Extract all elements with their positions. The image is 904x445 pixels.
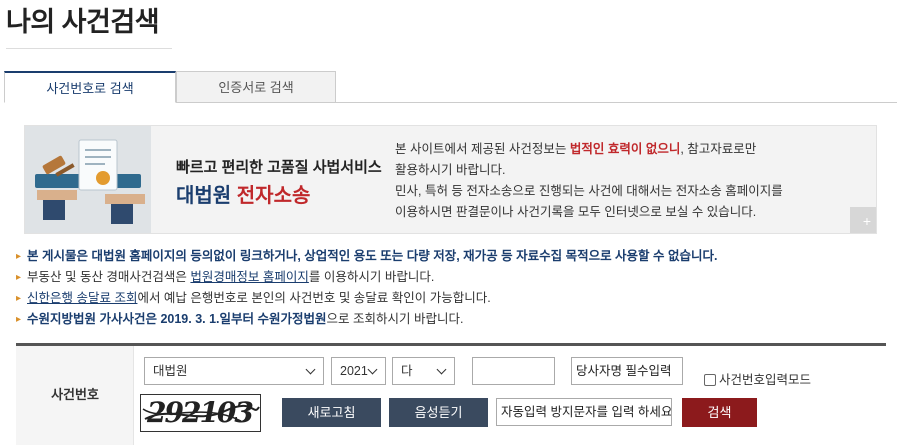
banner-notice-highlight: 법적인 효력이 없으니 (569, 142, 681, 156)
notice-text: 본 게시물은 대법원 홈페이지의 등의없이 링크하거나, 상업적인 용도 또는 … (27, 249, 718, 263)
party-name-input[interactable]: 당사자명 필수입력 (571, 357, 683, 385)
notice-item: ▸ 부동산 및 동산 경매사건검색은 법원경매정보 홈페이지를 이용하시기 바랍… (16, 267, 717, 288)
notice-item: ▸ 본 게시물은 대법원 홈페이지의 등의없이 링크하거나, 상업적인 용도 또… (16, 246, 717, 267)
year-select[interactable]: 2021 (331, 357, 386, 385)
notice-text: 수원지방법원 가사사건은 2019. 3. 1.일부터 수원가정법원 (27, 312, 327, 326)
captcha-text: 292103 (147, 396, 254, 429)
title-divider (6, 48, 172, 49)
bullet-arrow-icon: ▸ (16, 314, 22, 325)
gavel-document-illustration (25, 126, 151, 233)
notice-text: 를 이용하시기 바랍니다. (308, 270, 435, 284)
bullet-arrow-icon: ▸ (16, 293, 22, 304)
case-mode-checkbox[interactable]: 사건번호입력모드 (704, 369, 811, 388)
page-title: 나의 사건검색 (6, 7, 160, 37)
notice-list: ▸ 본 게시물은 대법원 홈페이지의 등의없이 링크하거나, 상업적인 용도 또… (16, 246, 717, 330)
shinhan-bank-link[interactable]: 신한은행 송달료 조회 (27, 291, 137, 305)
ecourt-banner[interactable]: 빠르고 편리한 고품질 사법서비스 대법원 전자소송 본 사이트에서 제공된 사… (24, 125, 877, 234)
bullet-arrow-icon: ▸ (16, 272, 22, 283)
case-type-select[interactable]: 다 (392, 357, 455, 385)
search-button[interactable]: 검색 (682, 398, 757, 427)
banner-notice-text: 본 사이트에서 제공된 사건정보는 (395, 142, 570, 156)
captcha-input[interactable]: 자동입력 방지문자를 입력 하세요 (496, 398, 672, 426)
year-select-value: 2021 (340, 364, 368, 378)
search-tabs: 사건번호로 검색 인증서로 검색 (4, 71, 897, 103)
chevron-down-icon (367, 364, 378, 375)
tab-case-number-search[interactable]: 사건번호로 검색 (4, 71, 176, 103)
brand-e-litigation: 전자소송 (236, 185, 311, 207)
case-number-input[interactable] (472, 357, 555, 385)
banner-notice-text: 활용하시기 바랍니다. (395, 163, 506, 177)
banner-notice: 본 사이트에서 제공된 사건정보는 법적인 효력이 없으니, 참고자료로만 활용… (395, 139, 855, 223)
notice-text: 부동산 및 동산 경매사건검색은 (27, 270, 191, 284)
banner-tagline: 빠르고 편리한 고품질 사법서비스 (176, 159, 382, 176)
banner-notice-text: , 참고자료로만 (680, 142, 757, 156)
banner-brand: 대법원 전자소송 (176, 179, 310, 208)
court-select[interactable]: 대법원 (144, 357, 324, 385)
banner-notice-text: 이용하시면 판결문이나 사건기록을 모두 인터넷으로 보실 수 있습니다. (395, 205, 757, 219)
notice-text: 으로 조회하시기 바랍니다. (326, 312, 464, 326)
notice-item: ▸ 신한은행 송달료 조회에서 예납 은행번호로 본인의 사건번호 및 송달료 … (16, 288, 717, 309)
notice-text: 에서 예납 은행번호로 본인의 사건번호 및 송달료 확인이 가능합니다. (137, 291, 491, 305)
court-auction-link[interactable]: 법원경매정보 홈페이지 (190, 270, 308, 284)
tab-certificate-search[interactable]: 인증서로 검색 (176, 71, 336, 103)
captcha-image: 292103 (140, 394, 261, 432)
brand-supreme-court: 대법원 (176, 185, 232, 207)
notice-item: ▸ 수원지방법원 가사사건은 2019. 3. 1.일부터 수원가정법원으로 조… (16, 309, 717, 330)
bullet-arrow-icon: ▸ (16, 251, 22, 262)
case-type-select-value: 다 (401, 364, 413, 378)
case-number-label: 사건번호 (51, 387, 99, 402)
court-select-value: 대법원 (153, 364, 188, 378)
checkbox-icon (704, 374, 716, 386)
refresh-captcha-button[interactable]: 새로고침 (282, 398, 381, 427)
case-mode-label: 사건번호입력모드 (719, 373, 812, 387)
search-label-cell: 사건번호 (16, 346, 134, 445)
banner-more-button[interactable]: + (850, 207, 876, 233)
case-search-form: 사건번호 대법원 2021 다 당사자명 필수입력 사건번호입력모드 29210… (16, 343, 886, 445)
banner-notice-text: 민사, 특허 등 전자소송으로 진행되는 사건에 대해서는 전자소송 홈페이지를 (395, 184, 783, 198)
chevron-down-icon (436, 364, 447, 375)
chevron-down-icon (305, 364, 316, 375)
audio-captcha-button[interactable]: 음성듣기 (389, 398, 488, 427)
